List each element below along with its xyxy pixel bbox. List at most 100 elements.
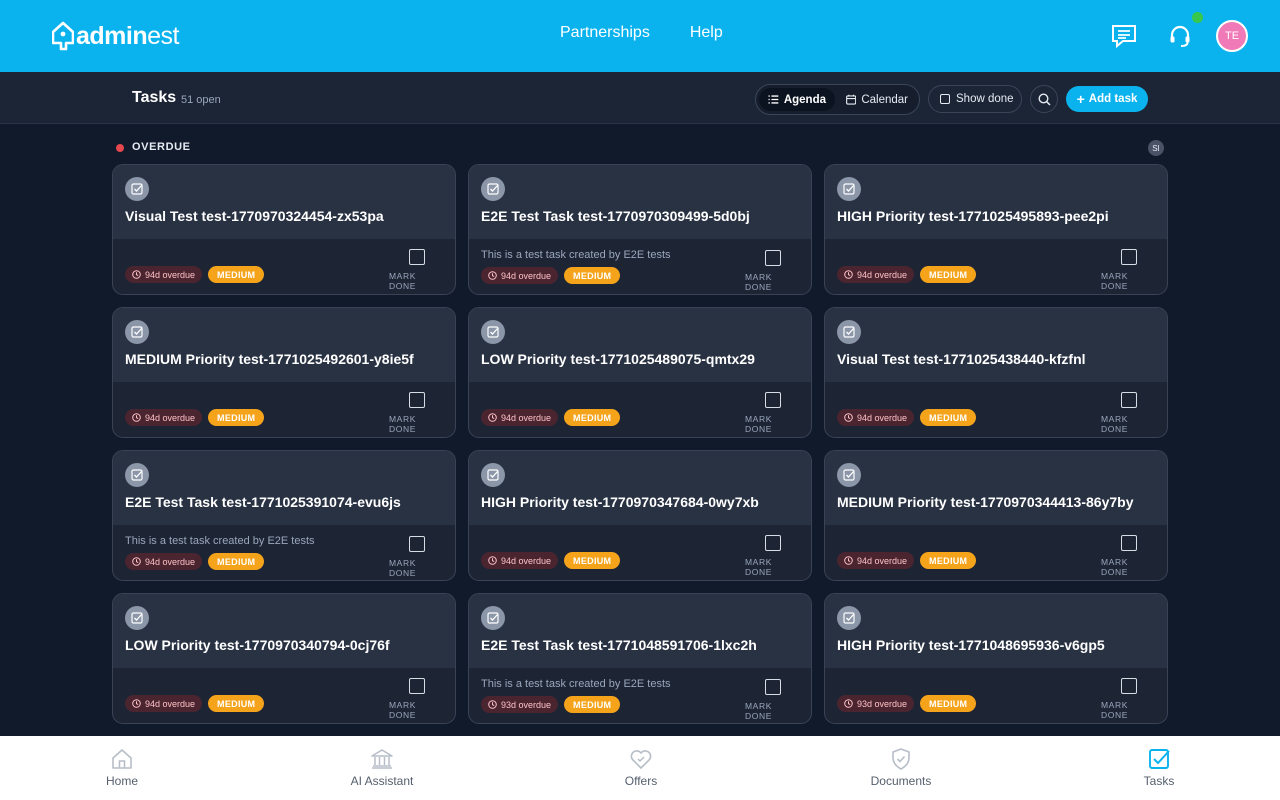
task-checklist-icon <box>837 177 861 201</box>
clock-icon <box>844 413 853 422</box>
mark-done-control[interactable]: MARK DONE <box>1101 678 1157 720</box>
headset-support-icon[interactable] <box>1166 22 1194 50</box>
home-icon <box>112 749 132 769</box>
mark-done-control[interactable]: MARK DONE <box>745 679 801 721</box>
task-title[interactable]: LOW Priority test-1770970340794-0cj76f <box>125 637 390 653</box>
avatar[interactable]: TE <box>1216 20 1248 52</box>
overdue-badge: 94d overdue <box>481 267 559 284</box>
mark-done-checkbox[interactable] <box>409 678 425 694</box>
mark-done-checkbox[interactable] <box>765 250 781 266</box>
mark-done-checkbox[interactable] <box>1121 392 1137 408</box>
task-card[interactable]: HIGH Priority test-1771048695936-v6gp5 9… <box>824 593 1168 724</box>
mark-done-label: MARK DONE <box>745 272 772 292</box>
bottom-nav-offers[interactable]: Offers <box>591 747 691 788</box>
bottom-nav-home[interactable]: Home <box>72 747 172 788</box>
task-card[interactable]: Visual Test test-1771025438440-kfzfnl 94… <box>824 307 1168 438</box>
brand-logo[interactable]: adminest <box>52 20 179 52</box>
mark-done-checkbox[interactable] <box>409 392 425 408</box>
task-card[interactable]: E2E Test Task test-1770970309499-5d0bj T… <box>468 164 812 295</box>
task-title[interactable]: MEDIUM Priority test-1771025492601-y8ie5… <box>125 351 414 367</box>
mark-done-control[interactable]: MARK DONE <box>389 678 445 720</box>
task-checklist-icon <box>481 320 505 344</box>
task-card-header: Visual Test test-1770970324454-zx53pa <box>113 165 455 239</box>
nav-help[interactable]: Help <box>690 24 723 42</box>
mark-done-control[interactable]: MARK DONE <box>745 535 801 577</box>
show-done-checkbox[interactable] <box>940 94 950 104</box>
task-title[interactable]: HIGH Priority test-1770970347684-0wy7xb <box>481 494 759 510</box>
mark-done-control[interactable]: MARK DONE <box>745 250 801 292</box>
mark-done-label: MARK DONE <box>745 414 772 434</box>
overdue-badge: 94d overdue <box>125 266 203 283</box>
nav-partnerships[interactable]: Partnerships <box>560 24 650 42</box>
mark-done-checkbox[interactable] <box>765 535 781 551</box>
task-checklist-icon <box>125 177 149 201</box>
task-title[interactable]: Visual Test test-1770970324454-zx53pa <box>125 208 384 224</box>
priority-badge: MEDIUM <box>564 696 621 713</box>
mark-done-checkbox[interactable] <box>1121 678 1137 694</box>
task-title[interactable]: E2E Test Task test-1771048591706-1lxc2h <box>481 637 757 653</box>
task-card[interactable]: E2E Test Task test-1771025391074-evu6js … <box>112 450 456 581</box>
task-card[interactable]: HIGH Priority test-1770970347684-0wy7xb … <box>468 450 812 581</box>
bottom-nav-documents[interactable]: Documents <box>851 747 951 788</box>
task-card[interactable]: E2E Test Task test-1771048591706-1lxc2h … <box>468 593 812 724</box>
search-button[interactable] <box>1030 85 1058 113</box>
priority-badge: MEDIUM <box>920 695 977 712</box>
priority-badge: MEDIUM <box>920 266 977 283</box>
task-title[interactable]: HIGH Priority test-1771048695936-v6gp5 <box>837 637 1105 653</box>
task-title[interactable]: LOW Priority test-1771025489075-qmtx29 <box>481 351 755 367</box>
task-tags: 94d overdue MEDIUM <box>125 695 265 712</box>
mark-done-control[interactable]: MARK DONE <box>1101 535 1157 577</box>
mark-done-checkbox[interactable] <box>409 249 425 265</box>
task-checklist-icon <box>481 177 505 201</box>
bottom-nav-tasks[interactable]: Tasks <box>1109 747 1209 788</box>
mark-done-control[interactable]: MARK DONE <box>1101 392 1157 434</box>
task-card-header: E2E Test Task test-1771048591706-1lxc2h <box>469 594 811 668</box>
task-tags: 94d overdue MEDIUM <box>481 409 621 426</box>
task-card[interactable]: LOW Priority test-1771025489075-qmtx29 9… <box>468 307 812 438</box>
task-title[interactable]: MEDIUM Priority test-1770970344413-86y7b… <box>837 494 1134 510</box>
top-header: adminest Partnerships Help TE <box>0 0 1280 72</box>
task-card[interactable]: Visual Test test-1770970324454-zx53pa 94… <box>112 164 456 295</box>
mark-done-checkbox[interactable] <box>765 679 781 695</box>
mark-done-control[interactable]: MARK DONE <box>389 249 445 291</box>
view-calendar-button[interactable]: Calendar <box>837 88 917 111</box>
task-title[interactable]: HIGH Priority test-1771025495893-pee2pi <box>837 208 1109 224</box>
bottom-nav-ai-assistant[interactable]: AI Assistant <box>332 747 432 788</box>
view-agenda-button[interactable]: Agenda <box>759 88 835 111</box>
mark-done-label: MARK DONE <box>389 700 416 720</box>
mark-done-checkbox[interactable] <box>765 392 781 408</box>
task-tags: 94d overdue MEDIUM <box>481 267 621 284</box>
mark-done-checkbox[interactable] <box>1121 535 1137 551</box>
priority-badge: MEDIUM <box>208 409 265 426</box>
task-tags: 94d overdue MEDIUM <box>481 552 621 569</box>
task-checklist-icon <box>837 463 861 487</box>
mark-done-label: MARK DONE <box>745 557 772 577</box>
add-task-button[interactable]: + Add task <box>1066 86 1148 112</box>
task-card[interactable]: HIGH Priority test-1771025495893-pee2pi … <box>824 164 1168 295</box>
mark-done-control[interactable]: MARK DONE <box>745 392 801 434</box>
overdue-badge: 94d overdue <box>125 695 203 712</box>
task-card[interactable]: MEDIUM Priority test-1770970344413-86y7b… <box>824 450 1168 581</box>
offers-icon <box>630 750 652 769</box>
task-card[interactable]: MEDIUM Priority test-1771025492601-y8ie5… <box>112 307 456 438</box>
messages-icon[interactable] <box>1110 22 1138 50</box>
mark-done-control[interactable]: MARK DONE <box>389 536 445 578</box>
task-title[interactable]: Visual Test test-1771025438440-kfzfnl <box>837 351 1086 367</box>
mark-done-checkbox[interactable] <box>1121 249 1137 265</box>
overdue-dot <box>116 144 124 152</box>
clock-icon <box>488 271 497 280</box>
mark-done-control[interactable]: MARK DONE <box>389 392 445 434</box>
mark-done-control[interactable]: MARK DONE <box>1101 249 1157 291</box>
task-title[interactable]: E2E Test Task test-1770970309499-5d0bj <box>481 208 750 224</box>
online-status-dot <box>1192 12 1203 23</box>
section-badge: SI <box>1148 140 1164 156</box>
show-done-toggle[interactable]: Show done <box>928 85 1022 113</box>
calendar-icon <box>846 94 857 105</box>
mark-done-checkbox[interactable] <box>409 536 425 552</box>
overdue-badge: 93d overdue <box>481 696 559 713</box>
task-checklist-icon <box>125 463 149 487</box>
task-card[interactable]: LOW Priority test-1770970340794-0cj76f 9… <box>112 593 456 724</box>
task-title[interactable]: E2E Test Task test-1771025391074-evu6js <box>125 494 401 510</box>
tasks-icon <box>1149 749 1170 769</box>
mark-done-label: MARK DONE <box>1101 271 1128 291</box>
